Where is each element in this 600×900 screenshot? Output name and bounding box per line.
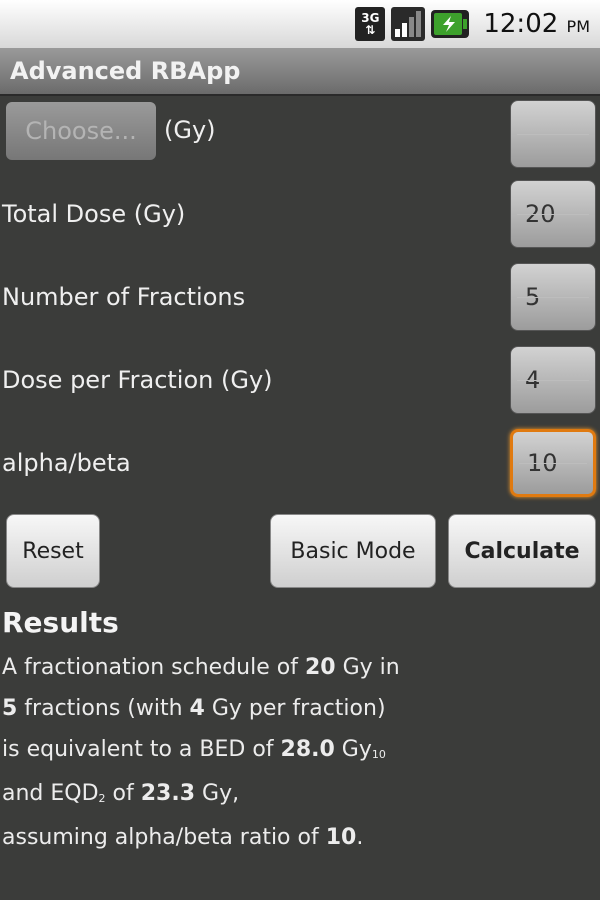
signal-strength-icon <box>391 7 426 41</box>
results-heading: Results <box>2 606 119 639</box>
network-3g-icon: 3G ⇅ <box>355 7 386 41</box>
choose-unit-label: (Gy) <box>164 116 216 144</box>
results-line-2: 5 fractions (with 4 Gy per fraction) <box>2 696 386 721</box>
results-line-3: is equivalent to a BED of 28.0 Gy10 <box>2 737 386 762</box>
choose-value-field[interactable] <box>510 100 596 168</box>
total-dose-row: Total Dose (Gy) 20 <box>0 180 600 250</box>
results-line-5: assuming alpha/beta ratio of 10. <box>2 825 364 850</box>
basic-mode-button[interactable]: Basic Mode <box>270 514 436 588</box>
total-dose-field[interactable]: 20 <box>510 180 596 248</box>
alpha-beta-field[interactable]: 10 <box>510 429 596 497</box>
status-bar: 3G ⇅ 12:02 PM <box>0 0 600 48</box>
total-dose-label: Total Dose (Gy) <box>2 200 186 228</box>
dose-per-fraction-label: Dose per Fraction (Gy) <box>2 366 273 394</box>
dose-per-fraction-row: Dose per Fraction (Gy) 4 <box>0 346 600 416</box>
fractions-label: Number of Fractions <box>2 283 246 311</box>
calculate-button[interactable]: Calculate <box>448 514 596 588</box>
results-section: Results A fractionation schedule of 20 G… <box>2 606 592 858</box>
alpha-beta-label: alpha/beta <box>2 449 131 477</box>
dose-per-fraction-field[interactable]: 4 <box>510 346 596 414</box>
app-title: Advanced RBApp <box>10 57 241 85</box>
status-clock: 12:02 PM <box>483 9 590 39</box>
fractions-field[interactable]: 5 <box>510 263 596 331</box>
results-line-1: A fractionation schedule of 20 Gy in <box>2 655 400 680</box>
alpha-beta-row: alpha/beta 10 <box>0 429 600 499</box>
results-line-4: and EQD2 of 23.3 Gy, <box>2 781 240 806</box>
fractions-row: Number of Fractions 5 <box>0 263 600 333</box>
app-title-bar: Advanced RBApp <box>0 48 600 96</box>
choose-spinner[interactable]: Choose... <box>6 102 156 160</box>
choose-row: Choose... (Gy) <box>0 98 600 168</box>
battery-charging-icon <box>431 10 470 38</box>
reset-button[interactable]: Reset <box>6 514 100 588</box>
